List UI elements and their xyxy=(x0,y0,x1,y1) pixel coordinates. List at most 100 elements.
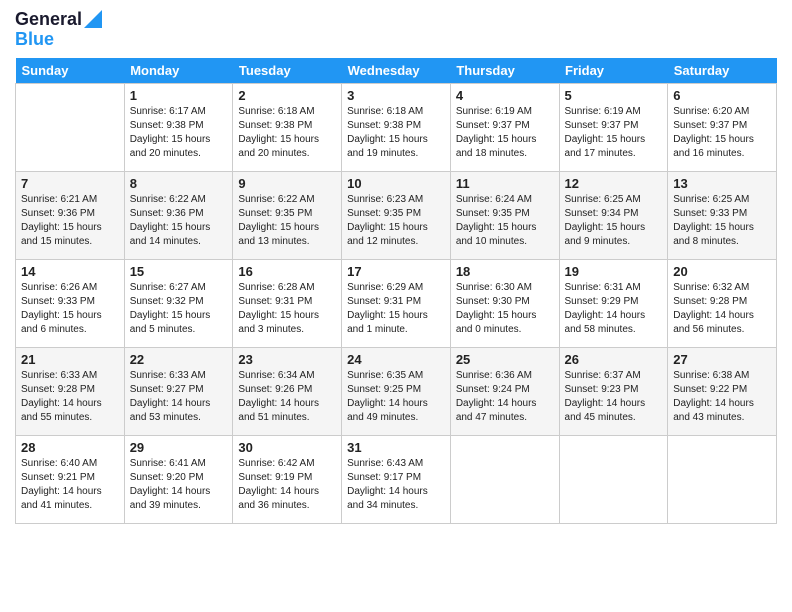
cell-info: Sunrise: 6:25 AM Sunset: 9:34 PM Dayligh… xyxy=(565,193,663,249)
cell-week1-day6: 5Sunrise: 6:19 AM Sunset: 9:37 PM Daylig… xyxy=(559,83,668,171)
cell-week4-day1: 21Sunrise: 6:33 AM Sunset: 9:28 PM Dayli… xyxy=(16,347,125,435)
day-number: 15 xyxy=(130,263,228,281)
day-number: 27 xyxy=(673,351,771,369)
cell-info: Sunrise: 6:29 AM Sunset: 9:31 PM Dayligh… xyxy=(347,281,445,337)
day-number: 26 xyxy=(565,351,663,369)
cell-week3-day5: 18Sunrise: 6:30 AM Sunset: 9:30 PM Dayli… xyxy=(450,259,559,347)
day-number: 14 xyxy=(21,263,119,281)
cell-info: Sunrise: 6:40 AM Sunset: 9:21 PM Dayligh… xyxy=(21,457,119,513)
col-header-wednesday: Wednesday xyxy=(342,58,451,84)
cell-info: Sunrise: 6:23 AM Sunset: 9:35 PM Dayligh… xyxy=(347,193,445,249)
week-row-3: 14Sunrise: 6:26 AM Sunset: 9:33 PM Dayli… xyxy=(16,259,777,347)
col-header-friday: Friday xyxy=(559,58,668,84)
cell-info: Sunrise: 6:19 AM Sunset: 9:37 PM Dayligh… xyxy=(456,105,554,161)
cell-week3-day1: 14Sunrise: 6:26 AM Sunset: 9:33 PM Dayli… xyxy=(16,259,125,347)
cell-info: Sunrise: 6:22 AM Sunset: 9:36 PM Dayligh… xyxy=(130,193,228,249)
day-number: 17 xyxy=(347,263,445,281)
cell-info: Sunrise: 6:27 AM Sunset: 9:32 PM Dayligh… xyxy=(130,281,228,337)
day-number: 11 xyxy=(456,175,554,193)
cell-info: Sunrise: 6:41 AM Sunset: 9:20 PM Dayligh… xyxy=(130,457,228,513)
day-number: 16 xyxy=(238,263,336,281)
day-number: 4 xyxy=(456,87,554,105)
cell-week5-day3: 30Sunrise: 6:42 AM Sunset: 9:19 PM Dayli… xyxy=(233,435,342,523)
cell-info: Sunrise: 6:21 AM Sunset: 9:36 PM Dayligh… xyxy=(21,193,119,249)
day-number: 25 xyxy=(456,351,554,369)
logo-blue: Blue xyxy=(15,30,54,50)
cell-week1-day7: 6Sunrise: 6:20 AM Sunset: 9:37 PM Daylig… xyxy=(668,83,777,171)
day-number: 31 xyxy=(347,439,445,457)
cell-week4-day6: 26Sunrise: 6:37 AM Sunset: 9:23 PM Dayli… xyxy=(559,347,668,435)
cell-week2-day7: 13Sunrise: 6:25 AM Sunset: 9:33 PM Dayli… xyxy=(668,171,777,259)
col-header-monday: Monday xyxy=(124,58,233,84)
day-number: 5 xyxy=(565,87,663,105)
cell-info: Sunrise: 6:19 AM Sunset: 9:37 PM Dayligh… xyxy=(565,105,663,161)
cell-week4-day5: 25Sunrise: 6:36 AM Sunset: 9:24 PM Dayli… xyxy=(450,347,559,435)
logo-general: General xyxy=(15,10,82,30)
day-number: 9 xyxy=(238,175,336,193)
cell-info: Sunrise: 6:37 AM Sunset: 9:23 PM Dayligh… xyxy=(565,369,663,425)
cell-info: Sunrise: 6:22 AM Sunset: 9:35 PM Dayligh… xyxy=(238,193,336,249)
cell-week5-day5 xyxy=(450,435,559,523)
cell-info: Sunrise: 6:31 AM Sunset: 9:29 PM Dayligh… xyxy=(565,281,663,337)
col-header-thursday: Thursday xyxy=(450,58,559,84)
col-header-saturday: Saturday xyxy=(668,58,777,84)
cell-info: Sunrise: 6:17 AM Sunset: 9:38 PM Dayligh… xyxy=(130,105,228,161)
week-row-1: 1Sunrise: 6:17 AM Sunset: 9:38 PM Daylig… xyxy=(16,83,777,171)
cell-week5-day7 xyxy=(668,435,777,523)
cell-info: Sunrise: 6:32 AM Sunset: 9:28 PM Dayligh… xyxy=(673,281,771,337)
day-number: 30 xyxy=(238,439,336,457)
page: General Blue SundayMondayTuesdayWednesda… xyxy=(0,0,792,612)
day-number: 24 xyxy=(347,351,445,369)
day-number: 21 xyxy=(21,351,119,369)
day-number: 2 xyxy=(238,87,336,105)
cell-info: Sunrise: 6:36 AM Sunset: 9:24 PM Dayligh… xyxy=(456,369,554,425)
cell-week5-day6 xyxy=(559,435,668,523)
cell-week5-day4: 31Sunrise: 6:43 AM Sunset: 9:17 PM Dayli… xyxy=(342,435,451,523)
calendar-table: SundayMondayTuesdayWednesdayThursdayFrid… xyxy=(15,58,777,524)
day-number: 3 xyxy=(347,87,445,105)
day-number: 20 xyxy=(673,263,771,281)
cell-week2-day3: 9Sunrise: 6:22 AM Sunset: 9:35 PM Daylig… xyxy=(233,171,342,259)
day-number: 13 xyxy=(673,175,771,193)
day-number: 12 xyxy=(565,175,663,193)
header-row: SundayMondayTuesdayWednesdayThursdayFrid… xyxy=(16,58,777,84)
day-number: 23 xyxy=(238,351,336,369)
cell-week2-day1: 7Sunrise: 6:21 AM Sunset: 9:36 PM Daylig… xyxy=(16,171,125,259)
cell-info: Sunrise: 6:33 AM Sunset: 9:28 PM Dayligh… xyxy=(21,369,119,425)
col-header-tuesday: Tuesday xyxy=(233,58,342,84)
cell-info: Sunrise: 6:18 AM Sunset: 9:38 PM Dayligh… xyxy=(238,105,336,161)
day-number: 6 xyxy=(673,87,771,105)
cell-week3-day2: 15Sunrise: 6:27 AM Sunset: 9:32 PM Dayli… xyxy=(124,259,233,347)
cell-week1-day1 xyxy=(16,83,125,171)
week-row-5: 28Sunrise: 6:40 AM Sunset: 9:21 PM Dayli… xyxy=(16,435,777,523)
cell-week4-day7: 27Sunrise: 6:38 AM Sunset: 9:22 PM Dayli… xyxy=(668,347,777,435)
day-number: 7 xyxy=(21,175,119,193)
cell-week1-day4: 3Sunrise: 6:18 AM Sunset: 9:38 PM Daylig… xyxy=(342,83,451,171)
cell-info: Sunrise: 6:35 AM Sunset: 9:25 PM Dayligh… xyxy=(347,369,445,425)
cell-week1-day5: 4Sunrise: 6:19 AM Sunset: 9:37 PM Daylig… xyxy=(450,83,559,171)
cell-week4-day3: 23Sunrise: 6:34 AM Sunset: 9:26 PM Dayli… xyxy=(233,347,342,435)
cell-week2-day5: 11Sunrise: 6:24 AM Sunset: 9:35 PM Dayli… xyxy=(450,171,559,259)
cell-week4-day2: 22Sunrise: 6:33 AM Sunset: 9:27 PM Dayli… xyxy=(124,347,233,435)
day-number: 19 xyxy=(565,263,663,281)
cell-week5-day1: 28Sunrise: 6:40 AM Sunset: 9:21 PM Dayli… xyxy=(16,435,125,523)
cell-week2-day2: 8Sunrise: 6:22 AM Sunset: 9:36 PM Daylig… xyxy=(124,171,233,259)
cell-info: Sunrise: 6:43 AM Sunset: 9:17 PM Dayligh… xyxy=(347,457,445,513)
cell-info: Sunrise: 6:30 AM Sunset: 9:30 PM Dayligh… xyxy=(456,281,554,337)
col-header-sunday: Sunday xyxy=(16,58,125,84)
day-number: 29 xyxy=(130,439,228,457)
cell-week2-day6: 12Sunrise: 6:25 AM Sunset: 9:34 PM Dayli… xyxy=(559,171,668,259)
cell-week5-day2: 29Sunrise: 6:41 AM Sunset: 9:20 PM Dayli… xyxy=(124,435,233,523)
day-number: 22 xyxy=(130,351,228,369)
cell-info: Sunrise: 6:34 AM Sunset: 9:26 PM Dayligh… xyxy=(238,369,336,425)
week-row-2: 7Sunrise: 6:21 AM Sunset: 9:36 PM Daylig… xyxy=(16,171,777,259)
logo-icon xyxy=(84,10,102,28)
cell-info: Sunrise: 6:28 AM Sunset: 9:31 PM Dayligh… xyxy=(238,281,336,337)
day-number: 28 xyxy=(21,439,119,457)
day-number: 1 xyxy=(130,87,228,105)
cell-info: Sunrise: 6:33 AM Sunset: 9:27 PM Dayligh… xyxy=(130,369,228,425)
cell-info: Sunrise: 6:24 AM Sunset: 9:35 PM Dayligh… xyxy=(456,193,554,249)
day-number: 8 xyxy=(130,175,228,193)
cell-week3-day4: 17Sunrise: 6:29 AM Sunset: 9:31 PM Dayli… xyxy=(342,259,451,347)
cell-week3-day7: 20Sunrise: 6:32 AM Sunset: 9:28 PM Dayli… xyxy=(668,259,777,347)
